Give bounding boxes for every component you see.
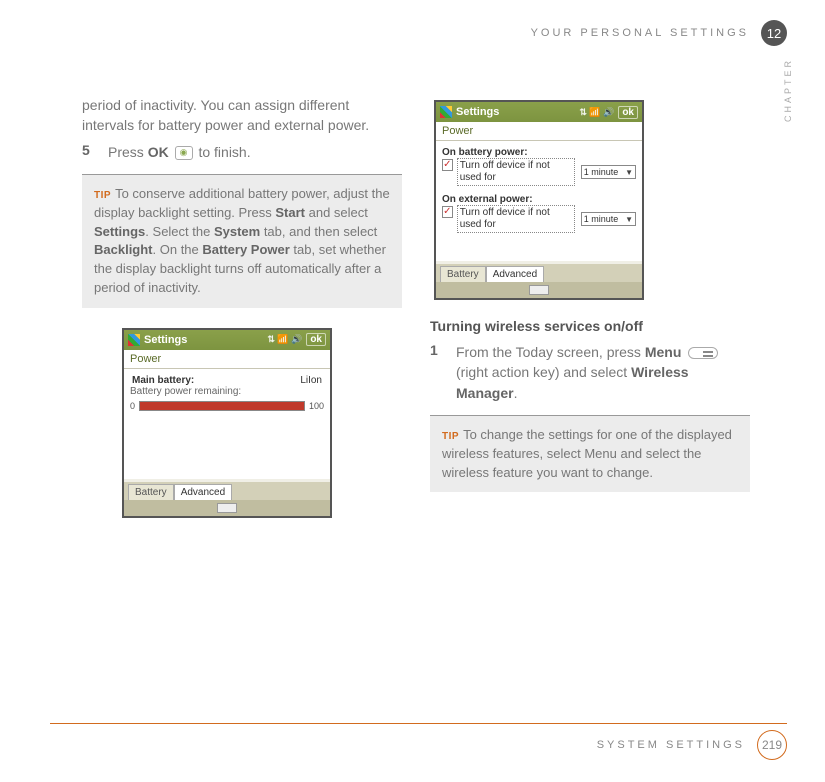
tip-b4: Backlight	[94, 242, 153, 257]
subheading-wireless: Turning wireless services on/off	[430, 318, 750, 334]
step1-b: (right action key) and select	[456, 364, 631, 380]
page-header: YOUR PERSONAL SETTINGS 12	[531, 20, 787, 46]
battery-type: LiIon	[300, 375, 322, 386]
step-1: 1 From the Today screen, press Menu (rig…	[430, 342, 750, 403]
tip-wireless-text: To change the settings for one of the di…	[442, 427, 732, 480]
start-flag-icon	[128, 334, 140, 346]
bar-min: 0	[130, 401, 135, 411]
step1-c: .	[514, 385, 518, 401]
on-battery-checkbox[interactable]: ✓	[442, 159, 453, 171]
tab-battery[interactable]: Battery	[128, 484, 174, 500]
tab-battery[interactable]: Battery	[440, 266, 486, 282]
step-5: 5 Press OK ◉ to finish.	[82, 142, 402, 162]
screenshot-power-battery: Settings ⇅ 📶 🔊 ok Power Main battery: Li…	[122, 328, 332, 518]
chevron-down-icon: ▼	[625, 168, 633, 177]
step5-ok-bold: OK	[148, 144, 169, 160]
tip-f: . On the	[153, 242, 203, 257]
page-number-badge: 219	[757, 730, 787, 760]
tip-d: . Select the	[145, 224, 214, 239]
chevron-down-icon: ▼	[625, 215, 633, 224]
tip-b2: Settings	[94, 224, 145, 239]
tab-advanced[interactable]: Advanced	[174, 484, 232, 500]
on-battery-check-text: Turn off device if not used for	[457, 158, 575, 186]
page-footer: SYSTEM SETTINGS 219	[50, 723, 787, 760]
step5-text-b: to finish.	[195, 144, 251, 160]
on-external-checkbox[interactable]: ✓	[442, 206, 453, 218]
bar-max: 100	[309, 401, 324, 411]
left-column: period of inactivity. You can assign dif…	[82, 95, 402, 518]
step-number: 1	[430, 342, 444, 403]
chapter-side-label: CHAPTER	[783, 58, 793, 122]
on-battery-label: On battery power:	[442, 147, 636, 158]
step1-menu-bold: Menu	[645, 344, 682, 360]
battery-bar	[139, 401, 305, 411]
status-icons: ⇅ 📶 🔊	[267, 334, 302, 345]
tip-label: TIP	[94, 190, 111, 201]
on-battery-select[interactable]: 1 minute ▼	[581, 165, 636, 179]
titlebar-text: Settings	[456, 106, 499, 118]
on-external-label: On external power:	[442, 194, 636, 205]
battery-remaining-label: Battery power remaining:	[130, 386, 324, 397]
tip-box-backlight: TIPTo conserve additional battery power,…	[82, 174, 402, 308]
header-section-title: YOUR PERSONAL SETTINGS	[531, 27, 749, 39]
titlebar: Settings ⇅ 📶 🔊 ok	[124, 330, 330, 350]
on-external-check-text: Turn off device if not used for	[457, 205, 575, 233]
step-body: Press OK ◉ to finish.	[108, 142, 251, 162]
right-column: Settings ⇅ 📶 🔊 ok Power On battery power…	[430, 100, 750, 512]
chapter-number-badge: 12	[761, 20, 787, 46]
main-battery-label: Main battery:	[132, 375, 194, 386]
sip-bar	[436, 282, 642, 298]
step1-a: From the Today screen, press	[456, 344, 645, 360]
tip-box-wireless: TIPTo change the settings for one of the…	[430, 415, 750, 493]
tip-c: and select	[305, 205, 368, 220]
footer-section-title: SYSTEM SETTINGS	[597, 739, 745, 751]
intro-paragraph: period of inactivity. You can assign dif…	[82, 95, 402, 136]
tip-e: tab, and then select	[260, 224, 377, 239]
right-action-key-icon	[688, 347, 718, 359]
step-number: 5	[82, 142, 96, 162]
tip-b3: System	[214, 224, 260, 239]
panel-title: Power	[124, 350, 330, 369]
panel-body: Main battery: LiIon Battery power remain…	[124, 369, 330, 479]
status-icons: ⇅ 📶 🔊	[579, 107, 614, 118]
tab-strip: Battery Advanced	[124, 482, 330, 500]
on-battery-value: 1 minute	[584, 167, 619, 177]
keyboard-icon[interactable]	[529, 285, 549, 295]
start-flag-icon	[440, 106, 452, 118]
keyboard-icon[interactable]	[217, 503, 237, 513]
ok-button-icon: ◉	[175, 146, 193, 160]
panel-body: On battery power: ✓ Turn off device if n…	[436, 141, 642, 261]
on-external-select[interactable]: 1 minute ▼	[581, 212, 636, 226]
titlebar-ok-button[interactable]: ok	[618, 106, 638, 119]
sip-bar	[124, 500, 330, 516]
on-external-value: 1 minute	[584, 214, 619, 224]
titlebar-text: Settings	[144, 334, 187, 346]
screenshot-power-advanced: Settings ⇅ 📶 🔊 ok Power On battery power…	[434, 100, 644, 300]
panel-title: Power	[436, 122, 642, 141]
step-body: From the Today screen, press Menu (right…	[456, 342, 750, 403]
tab-advanced[interactable]: Advanced	[486, 266, 544, 282]
tab-strip: Battery Advanced	[436, 264, 642, 282]
page: YOUR PERSONAL SETTINGS 12 CHAPTER period…	[0, 0, 825, 782]
tip-b5: Battery Power	[202, 242, 289, 257]
titlebar: Settings ⇅ 📶 🔊 ok	[436, 102, 642, 122]
tip-label: TIP	[442, 431, 459, 442]
tip-b1: Start	[275, 205, 305, 220]
titlebar-ok-button[interactable]: ok	[306, 333, 326, 346]
step5-text-a: Press	[108, 144, 148, 160]
